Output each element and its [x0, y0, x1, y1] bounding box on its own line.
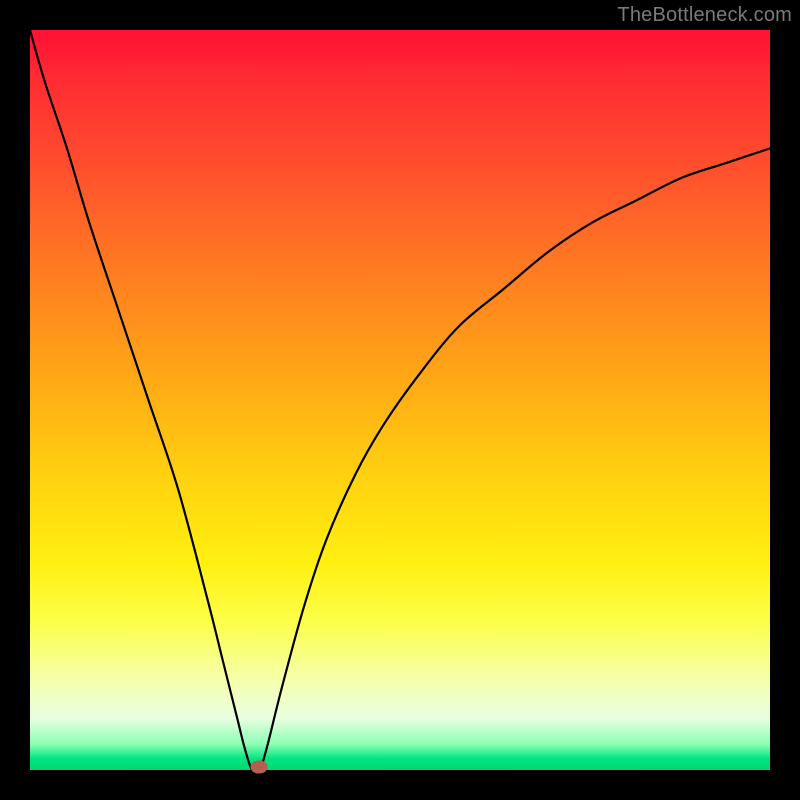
chart-frame: TheBottleneck.com: [0, 0, 800, 800]
curve-path: [30, 30, 770, 770]
optimum-marker: [251, 761, 268, 774]
watermark-text: TheBottleneck.com: [617, 4, 792, 27]
bottleneck-curve: [30, 30, 770, 770]
plot-area: [30, 30, 770, 770]
